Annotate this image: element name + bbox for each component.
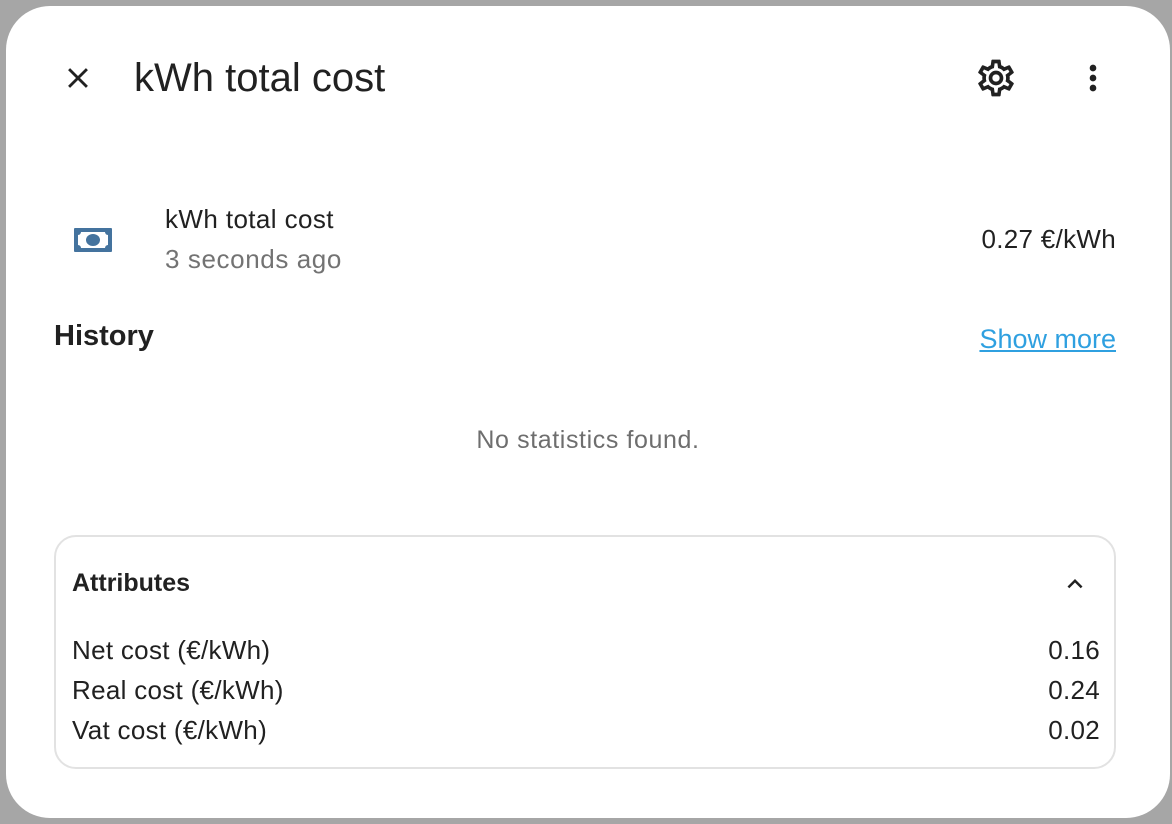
gear-icon [978,59,1014,97]
attributes-heading: Attributes [72,569,191,597]
attribute-row: Vat cost (€/kWh) 0.02 [72,715,1100,755]
more-options-button[interactable] [1065,50,1121,106]
attribute-value: 0.16 [1048,635,1100,665]
attribute-row: Real cost (€/kWh) 0.24 [72,675,1100,715]
entity-name: kWh total cost [165,204,334,234]
chevron-up-icon[interactable] [1060,569,1090,599]
cash-icon [74,228,112,252]
show-more-link[interactable]: Show more [979,324,1116,355]
attribute-name: Real cost (€/kWh) [72,675,284,705]
attribute-value: 0.24 [1048,675,1100,705]
dots-vertical-icon [1089,64,1097,92]
attribute-name: Net cost (€/kWh) [72,635,271,665]
more-info-dialog: kWh total cost kWh total cost 3 seconds … [6,6,1170,818]
attribute-name: Vat cost (€/kWh) [72,715,268,745]
settings-button[interactable] [968,50,1024,106]
entity-last-changed: 3 seconds ago [165,244,342,274]
close-button[interactable] [50,50,106,106]
close-icon [68,68,88,88]
entity-state-value: 0.27 €/kWh [981,224,1116,254]
attribute-row: Net cost (€/kWh) 0.16 [72,635,1100,675]
attribute-value: 0.02 [1048,715,1100,745]
dialog-title: kWh total cost [134,56,386,100]
history-heading: History [54,320,154,352]
attributes-expander-header[interactable]: Attributes [56,537,1114,633]
history-empty-message: No statistics found. [476,426,700,454]
attributes-panel: Attributes Net cost (€/kWh) 0.16 Real co… [54,535,1116,769]
dialog-header: kWh total cost [6,6,1170,156]
entity-state-row[interactable]: kWh total cost 3 seconds ago 0.27 €/kWh [54,196,1116,292]
